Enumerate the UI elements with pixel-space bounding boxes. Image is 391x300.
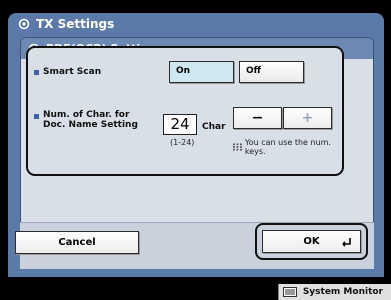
doc-name-bullet bbox=[34, 114, 39, 119]
ok-button-outline: OK bbox=[255, 223, 368, 260]
doc-name-label-line1: Num. of Char. for bbox=[43, 110, 130, 120]
cancel-label: Cancel bbox=[58, 237, 96, 248]
system-monitor-label: System Monitor bbox=[302, 287, 383, 297]
settings-icon bbox=[18, 18, 30, 30]
ok-label: OK bbox=[303, 236, 320, 247]
system-monitor-button[interactable]: System Monitor bbox=[277, 284, 391, 300]
num-keys-hint-text: You can use the num. keys. bbox=[244, 138, 331, 156]
tx-settings-title-text: TX Settings bbox=[36, 17, 115, 31]
doc-name-range: (1-24) bbox=[170, 138, 195, 147]
cancel-button[interactable]: Cancel bbox=[15, 231, 139, 254]
settings-group: Smart Scan On Off Num. of Char. for Doc.… bbox=[26, 46, 344, 176]
status-footer: System Monitor bbox=[0, 284, 391, 300]
smart-scan-label: Smart Scan bbox=[43, 67, 102, 77]
screen: TX Settings PDF(OCR) Settings Smart Scan… bbox=[0, 0, 391, 300]
doc-name-label-line2: Doc. Name Setting bbox=[43, 120, 138, 130]
keypad-icon bbox=[233, 143, 242, 151]
tx-settings-title: TX Settings bbox=[18, 16, 114, 32]
increment-button[interactable]: + bbox=[283, 107, 332, 129]
enter-icon bbox=[342, 238, 351, 247]
monitor-icon bbox=[282, 287, 297, 297]
smart-scan-on-button[interactable]: On bbox=[169, 61, 234, 83]
doc-name-value-field[interactable]: 24 bbox=[163, 114, 197, 135]
ok-button[interactable]: OK bbox=[262, 230, 361, 253]
num-keys-hint: You can use the num. keys. bbox=[233, 138, 342, 156]
doc-name-unit: Char bbox=[202, 122, 226, 132]
smart-scan-bullet bbox=[34, 70, 39, 75]
decrement-button[interactable]: − bbox=[233, 107, 282, 129]
smart-scan-off-button[interactable]: Off bbox=[239, 61, 304, 83]
